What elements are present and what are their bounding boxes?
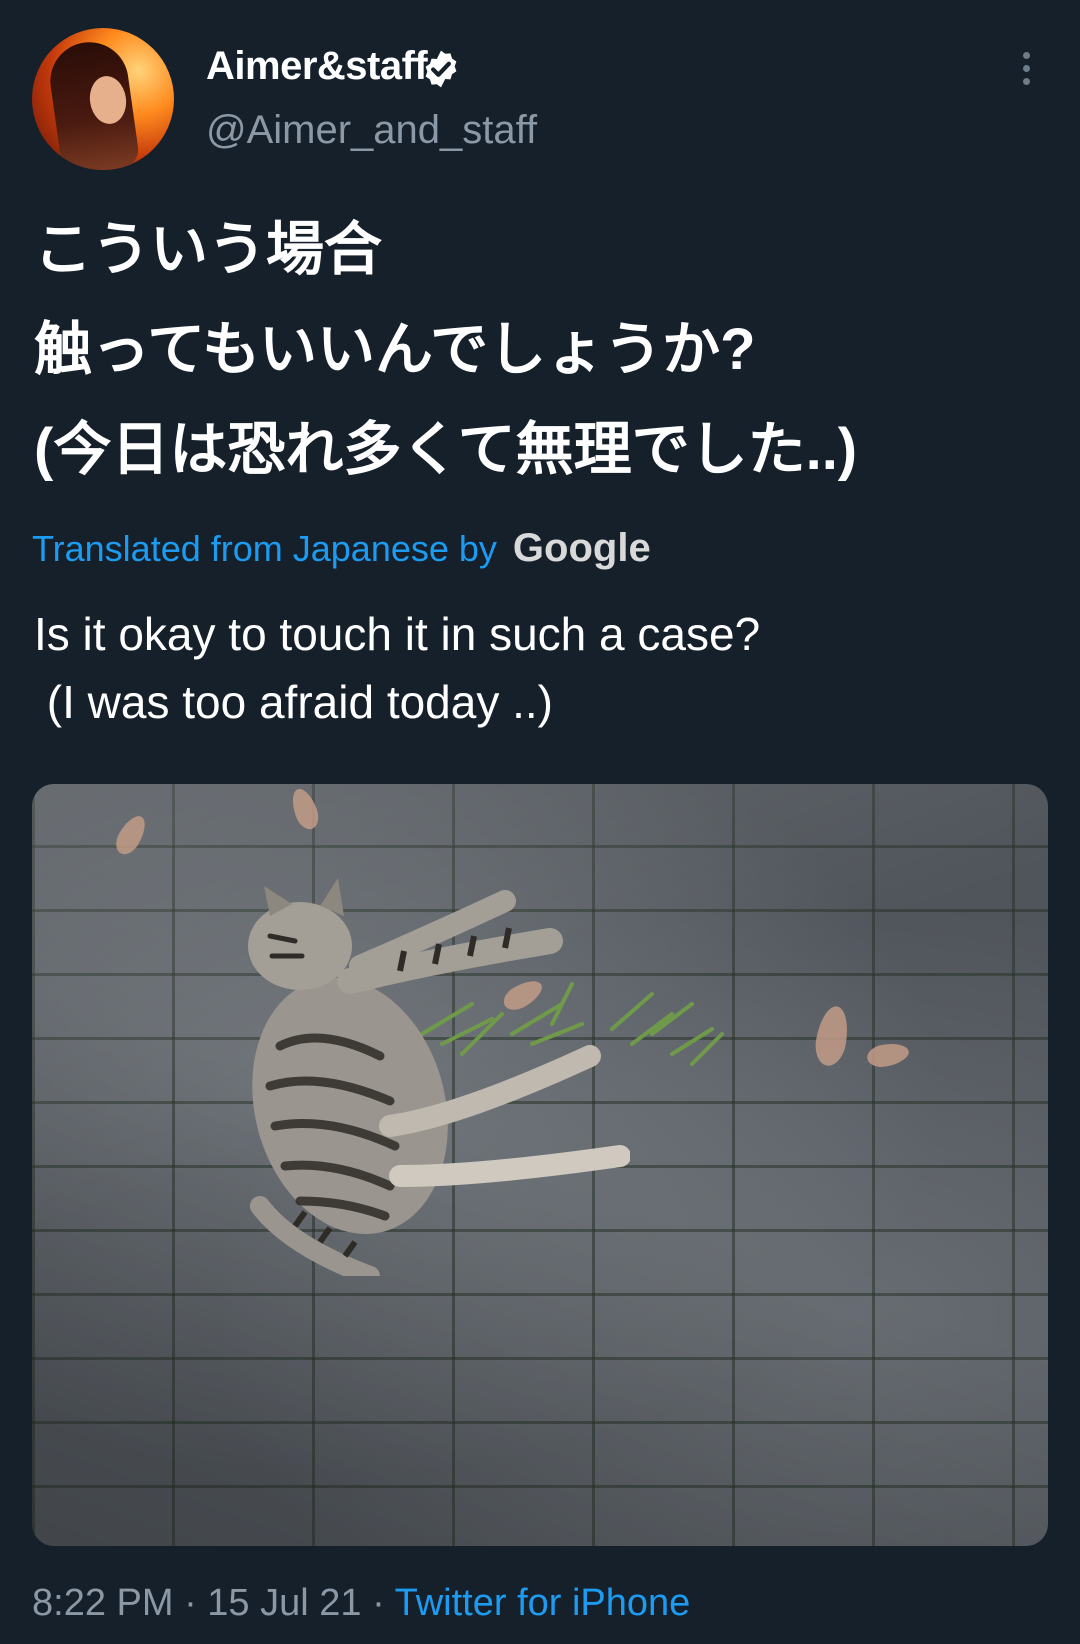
cat-image xyxy=(248,878,630,1276)
tweet-timestamp[interactable]: 8:22 PM · 15 Jul 21 · xyxy=(32,1582,385,1624)
tweet-text-line: 触ってもいいんでしょうか? xyxy=(34,317,756,382)
translated-label[interactable]: Translated from Japanese by xyxy=(32,528,497,569)
display-name[interactable]: Aimer&staff xyxy=(206,44,428,89)
tweet-source-link[interactable]: Twitter for iPhone xyxy=(395,1582,691,1624)
profile-avatar[interactable] xyxy=(32,28,174,170)
tweet-text-line: こういう場合 xyxy=(34,217,383,282)
google-logo: Google xyxy=(512,526,651,570)
translated-text-line: (I was too afraid today ..) xyxy=(34,676,554,728)
tweet-meta: 8:22 PM · 15 Jul 21 · Twitter for iPhone xyxy=(32,1582,690,1625)
translated-text-line: Is it okay to touch it in such a case? xyxy=(34,608,761,660)
tweet-text-line: (今日は恐れ多くて無理でした..) xyxy=(34,417,858,482)
tweet-text-original: こういう場合 触ってもいいんでしょうか? (今日は恐れ多くて無理でした..) xyxy=(34,200,1054,500)
verified-badge-icon xyxy=(425,50,457,88)
translation-attribution: Translated from Japanese by Google xyxy=(32,526,651,571)
tweet-text-translated: Is it okay to touch it in such a case? (… xyxy=(34,600,760,736)
tweet-photo[interactable] xyxy=(32,784,1048,1546)
more-vertical-icon[interactable] xyxy=(1016,52,1036,92)
user-handle[interactable]: @Aimer_and_staff xyxy=(206,108,537,153)
